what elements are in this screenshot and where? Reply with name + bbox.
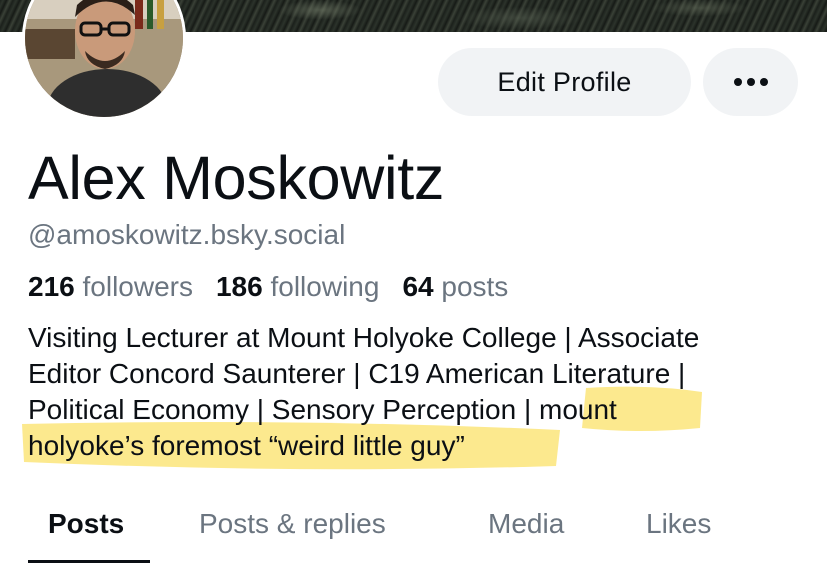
following-label: following: [270, 271, 380, 302]
following-link[interactable]: 186 following: [216, 269, 379, 305]
followers-count: 216: [28, 271, 75, 302]
profile-bio: Visiting Lecturer at Mount Holyoke Colle…: [28, 320, 818, 464]
profile-tabs: Posts Posts & replies Media Likes: [0, 496, 827, 566]
tab-likes[interactable]: Likes: [646, 504, 711, 544]
edit-profile-label: Edit Profile: [497, 66, 632, 97]
tab-posts-and-replies[interactable]: Posts & replies: [199, 504, 386, 544]
bio-line: holyoke’s foremost “weird little guy”: [28, 430, 465, 461]
following-count: 186: [215, 271, 263, 302]
avatar[interactable]: [22, 0, 186, 120]
bio-line: Editor Concord Saunterer | C19 American …: [28, 358, 686, 389]
active-tab-indicator: [28, 560, 150, 563]
edit-profile-button[interactable]: Edit Profile: [438, 48, 691, 116]
bio-line: Political Economy | Sensory Perception |…: [28, 394, 617, 425]
posts-label: posts: [441, 271, 509, 302]
posts-count-item: 64 posts: [402, 269, 508, 305]
handle: @amoskowitz.bsky.social: [28, 219, 346, 250]
avatar-photo: [25, 0, 183, 117]
more-options-button[interactable]: [703, 48, 798, 116]
posts-count: 64: [402, 271, 434, 302]
profile-stats: 216 followers 186 following 64 posts: [28, 269, 508, 305]
tab-posts[interactable]: Posts: [48, 504, 124, 544]
followers-link[interactable]: 216 followers: [28, 269, 193, 305]
more-horizontal-icon: [733, 78, 768, 86]
tab-media[interactable]: Media: [488, 504, 564, 544]
followers-label: followers: [82, 271, 193, 302]
bio-line: Visiting Lecturer at Mount Holyoke Colle…: [28, 322, 700, 353]
display-name: Alex Moskowitz: [28, 144, 445, 212]
